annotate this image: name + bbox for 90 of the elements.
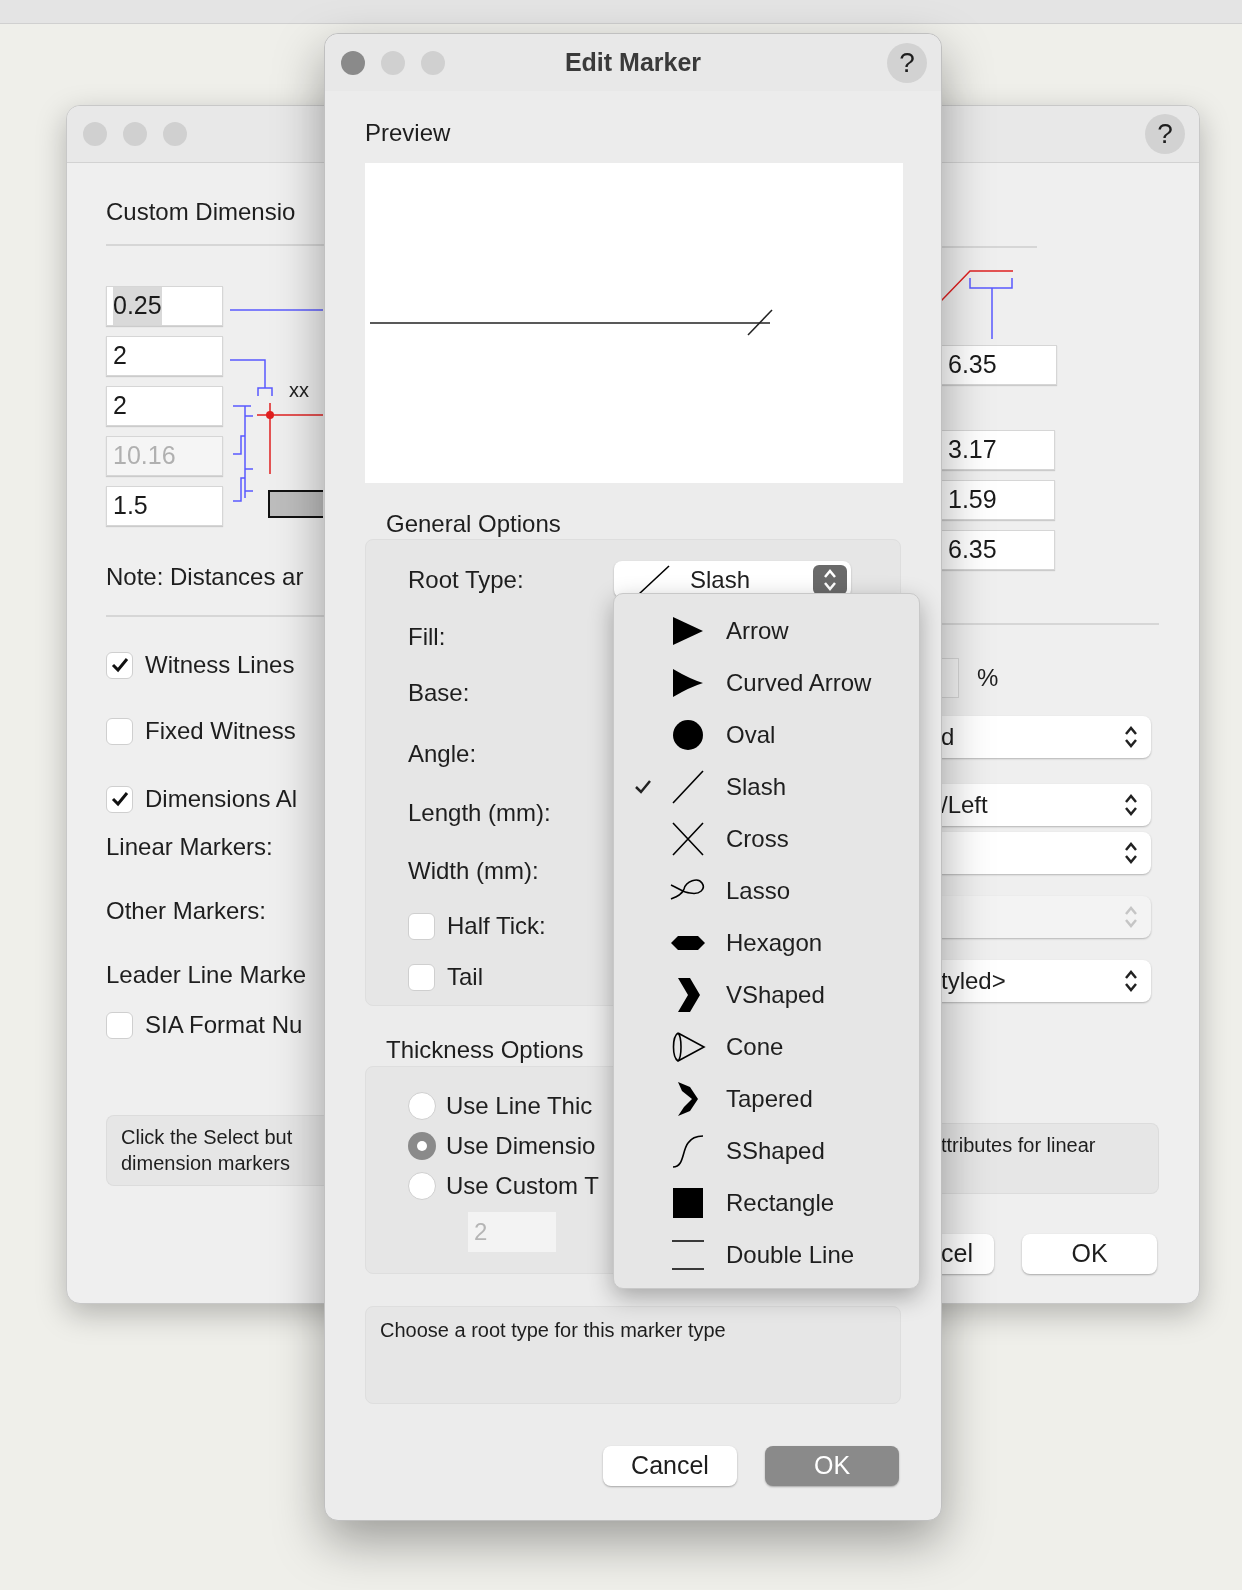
checkbox[interactable] xyxy=(408,963,435,991)
field-label: Fill: xyxy=(408,622,446,652)
popup-button[interactable]: d xyxy=(941,716,1151,758)
number-field[interactable]: 1.59 xyxy=(941,480,1055,520)
zoom-button[interactable] xyxy=(163,122,187,146)
ok-button[interactable]: OK xyxy=(1022,1234,1157,1274)
menu-item[interactable]: Double Line xyxy=(614,1229,919,1281)
section-heading: Preview xyxy=(365,119,452,147)
radio-label: Use Custom T xyxy=(446,1171,599,1201)
field-label: Angle: xyxy=(408,739,477,769)
square-icon xyxy=(670,1185,706,1221)
menu-item[interactable]: Curved Arrow xyxy=(614,657,919,709)
info-text: Click the Select but xyxy=(121,1125,294,1150)
menu-item[interactable]: Slash xyxy=(614,761,919,813)
field-label: Base: xyxy=(408,678,470,708)
radio-label: Use Dimensio xyxy=(446,1131,596,1161)
number-field[interactable]: 1.5 xyxy=(106,486,223,526)
checkbox-label: Half Tick: xyxy=(447,911,546,941)
checkbox[interactable] xyxy=(408,912,435,940)
menu-item[interactable]: Tapered xyxy=(614,1073,919,1125)
number-field[interactable]: 2 xyxy=(106,386,223,426)
note-text: Note: Distances ar xyxy=(106,563,305,591)
slash-icon xyxy=(638,564,670,595)
percent-label: % xyxy=(977,663,999,693)
number-field[interactable]: 6.35 xyxy=(941,530,1055,570)
checkbox-label: Dimensions Al xyxy=(145,784,298,814)
menu-item[interactable]: Oval xyxy=(614,709,919,761)
checkbox-label: Fixed Witness xyxy=(145,716,296,746)
cancel-button[interactable]: cel xyxy=(941,1234,994,1274)
s-curve-icon xyxy=(670,1133,706,1169)
popup-button[interactable]: tyled> xyxy=(941,960,1151,1002)
checkbox-label: Witness Lines xyxy=(145,650,295,680)
help-button[interactable]: ? xyxy=(887,42,927,83)
stepper-icon xyxy=(1123,792,1139,818)
diagram-label: xx xyxy=(289,379,309,401)
radio-button[interactable] xyxy=(408,1172,436,1200)
cross-icon xyxy=(670,821,706,857)
menu-item[interactable]: Lasso xyxy=(614,865,919,917)
menu-item[interactable]: Arrow xyxy=(614,605,919,657)
double-line-icon xyxy=(670,1237,706,1273)
radio-button[interactable] xyxy=(408,1132,436,1160)
popup-button[interactable] xyxy=(941,832,1151,874)
field-label: Leader Line Marke xyxy=(106,960,308,990)
number-field[interactable]: 2 xyxy=(106,336,223,376)
checkbox-label: SIA Format Nu xyxy=(145,1010,303,1040)
minimize-button[interactable] xyxy=(123,122,147,146)
menu-item[interactable]: VShaped xyxy=(614,969,919,1021)
field-label: Other Markers: xyxy=(106,896,268,926)
checkbox[interactable] xyxy=(106,717,133,745)
number-field[interactable]: 0.25 xyxy=(106,286,223,326)
minimize-button[interactable] xyxy=(381,50,405,75)
info-text: Choose a root type for this marker type xyxy=(380,1319,726,1341)
checkbox[interactable] xyxy=(106,785,133,813)
radio-label: Use Line Thic xyxy=(446,1091,593,1121)
stepper-icon xyxy=(1123,840,1139,866)
cancel-button[interactable]: Cancel xyxy=(603,1446,737,1486)
slash-icon xyxy=(670,769,706,805)
menu-item[interactable]: Rectangle xyxy=(614,1177,919,1229)
info-text: dimension markers xyxy=(121,1151,291,1176)
checkbox[interactable] xyxy=(106,651,133,679)
close-button[interactable] xyxy=(83,122,107,146)
field-label: Length (mm): xyxy=(408,798,551,828)
stepper-icon xyxy=(1123,968,1139,994)
section-heading: General Options xyxy=(386,510,562,538)
menu-item[interactable]: Hexagon xyxy=(614,917,919,969)
checkmark-icon xyxy=(110,657,129,673)
menu-item[interactable]: Cone xyxy=(614,1021,919,1073)
checkbox[interactable] xyxy=(106,1011,133,1039)
cone-icon xyxy=(670,1029,706,1065)
field-label: Linear Markers: xyxy=(106,832,274,862)
help-button[interactable]: ? xyxy=(1145,114,1185,154)
popup-button[interactable]: /Left xyxy=(941,784,1151,826)
menu-item[interactable]: SShaped xyxy=(614,1125,919,1177)
section-heading: Custom Dimensio xyxy=(106,198,297,226)
section-heading: Thickness Options xyxy=(386,1036,584,1064)
stepper-icon xyxy=(1123,724,1139,750)
checkbox-label: Tail xyxy=(447,962,483,992)
field-label: Root Type: xyxy=(408,564,525,595)
field-label: Width (mm): xyxy=(408,856,539,886)
zoom-button[interactable] xyxy=(421,50,445,75)
checkmark-icon xyxy=(110,791,129,807)
number-field[interactable]: 6.35 xyxy=(941,345,1057,385)
info-text: ttributes for linear xyxy=(941,1134,1096,1156)
stepper-icon xyxy=(1123,904,1139,930)
window-title: Edit Marker xyxy=(564,46,702,78)
menu-item[interactable]: Cross xyxy=(614,813,919,865)
circle-icon xyxy=(670,717,706,753)
number-field[interactable]: 3.17 xyxy=(941,430,1055,470)
close-button[interactable] xyxy=(341,50,365,75)
radio-button[interactable] xyxy=(408,1092,436,1120)
